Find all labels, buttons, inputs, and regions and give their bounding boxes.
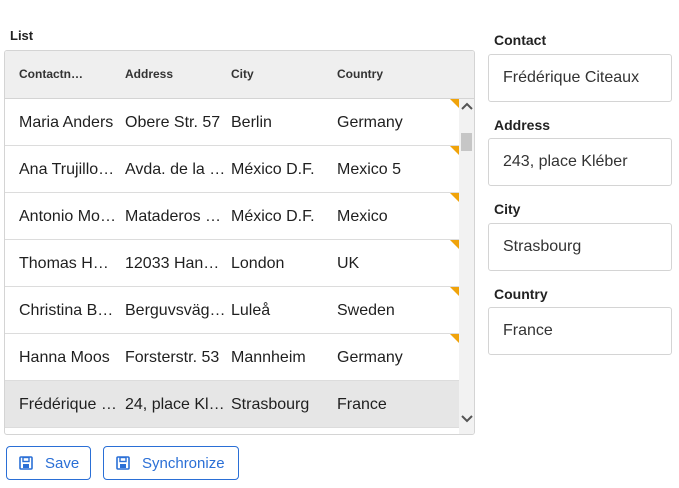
- cell-city: London: [231, 255, 285, 272]
- modified-indicator: [450, 334, 459, 343]
- city-label: City: [494, 201, 521, 217]
- cell-country: Germany: [337, 349, 403, 366]
- table-row[interactable]: Maria Anders Obere Str. 57 Berlin German…: [5, 99, 459, 146]
- save-button[interactable]: Save: [6, 446, 91, 480]
- table-row[interactable]: Christina Berglund Berguvsvägen 8 Luleå …: [5, 287, 459, 334]
- cell-country: Germany: [337, 114, 403, 131]
- modified-indicator: [450, 146, 459, 155]
- table-row[interactable]: Ana Trujillo Emparedados Avda. de la Con…: [5, 146, 459, 193]
- cell-contact: Frédérique Citeaux: [19, 396, 117, 413]
- cell-address: Berguvsvägen 8: [125, 302, 227, 319]
- column-header-city[interactable]: City: [231, 67, 327, 81]
- synchronize-button[interactable]: Synchronize: [103, 446, 239, 480]
- synchronize-button-label: Synchronize: [142, 454, 225, 472]
- scroll-thumb[interactable]: [461, 133, 472, 151]
- table-row[interactable]: Frédérique Citeaux 24, place Kléber Stra…: [5, 381, 459, 428]
- cell-address: Forsterstr. 53: [125, 349, 220, 366]
- cell-contact: Hanna Moos: [19, 349, 110, 366]
- cell-contact: Maria Anders: [19, 114, 114, 131]
- floppy-disk-icon: [116, 456, 130, 470]
- cell-city: México D.F.: [231, 208, 315, 225]
- cell-city: Strasbourg: [231, 396, 310, 413]
- cell-contact: Christina Berglund: [19, 302, 117, 319]
- modified-indicator: [450, 193, 459, 202]
- grid-header: Contactn… Address City Country: [5, 51, 474, 99]
- vertical-scrollbar[interactable]: [459, 99, 474, 434]
- address-field[interactable]: 243, place Kléber: [488, 138, 672, 186]
- column-header-address[interactable]: Address: [125, 67, 221, 81]
- cell-country: Mexico 5: [337, 161, 402, 178]
- modified-indicator: [450, 287, 459, 296]
- modified-indicator: [450, 99, 459, 108]
- table-row[interactable]: Hanna Moos Forsterstr. 53 Mannheim Germa…: [5, 334, 459, 381]
- contact-field[interactable]: Frédérique Citeaux: [488, 54, 672, 102]
- cell-city: Luleå: [231, 302, 271, 319]
- cell-country: France: [337, 396, 387, 413]
- column-header-country[interactable]: Country: [337, 67, 447, 81]
- modified-indicator: [450, 240, 459, 249]
- floppy-disk-icon: [19, 456, 33, 470]
- save-button-label: Save: [45, 454, 80, 472]
- cell-contact: Ana Trujillo Emparedados: [19, 161, 117, 178]
- cell-address: 12033 Hanover Sq.: [125, 255, 227, 272]
- column-header-contactname[interactable]: Contactn…: [19, 67, 115, 81]
- cell-address: Mataderos 2312: [125, 208, 227, 225]
- scroll-up-icon[interactable]: [459, 99, 474, 113]
- cell-address: 24, place Kléber: [125, 396, 227, 413]
- cell-address: Obere Str. 57: [125, 114, 221, 131]
- cell-country: UK: [337, 255, 360, 272]
- contacts-grid: Contactn… Address City Country Maria And…: [4, 50, 475, 435]
- grid-rows: Maria Anders Obere Str. 57 Berlin German…: [5, 99, 459, 434]
- table-row[interactable]: Antonio Moreno Mataderos 2312 México D.F…: [5, 193, 459, 240]
- scroll-down-icon[interactable]: [459, 412, 474, 426]
- address-label: Address: [494, 117, 551, 133]
- city-field[interactable]: Strasbourg: [488, 223, 672, 271]
- table-row[interactable]: Thomas Hardy 12033 Hanover Sq. London UK: [5, 240, 459, 287]
- cell-city: México D.F.: [231, 161, 315, 178]
- country-field[interactable]: France: [488, 307, 672, 355]
- list-label: List: [10, 28, 34, 43]
- contact-label: Contact: [494, 32, 547, 48]
- cell-contact: Antonio Moreno: [19, 208, 117, 225]
- cell-city: Mannheim: [231, 349, 306, 366]
- cell-country: Sweden: [337, 302, 395, 319]
- cell-contact: Thomas Hardy: [19, 255, 117, 272]
- cell-city: Berlin: [231, 114, 272, 131]
- country-label: Country: [494, 286, 548, 302]
- cell-country: Mexico: [337, 208, 388, 225]
- cell-address: Avda. de la Constitución 2222: [125, 161, 227, 178]
